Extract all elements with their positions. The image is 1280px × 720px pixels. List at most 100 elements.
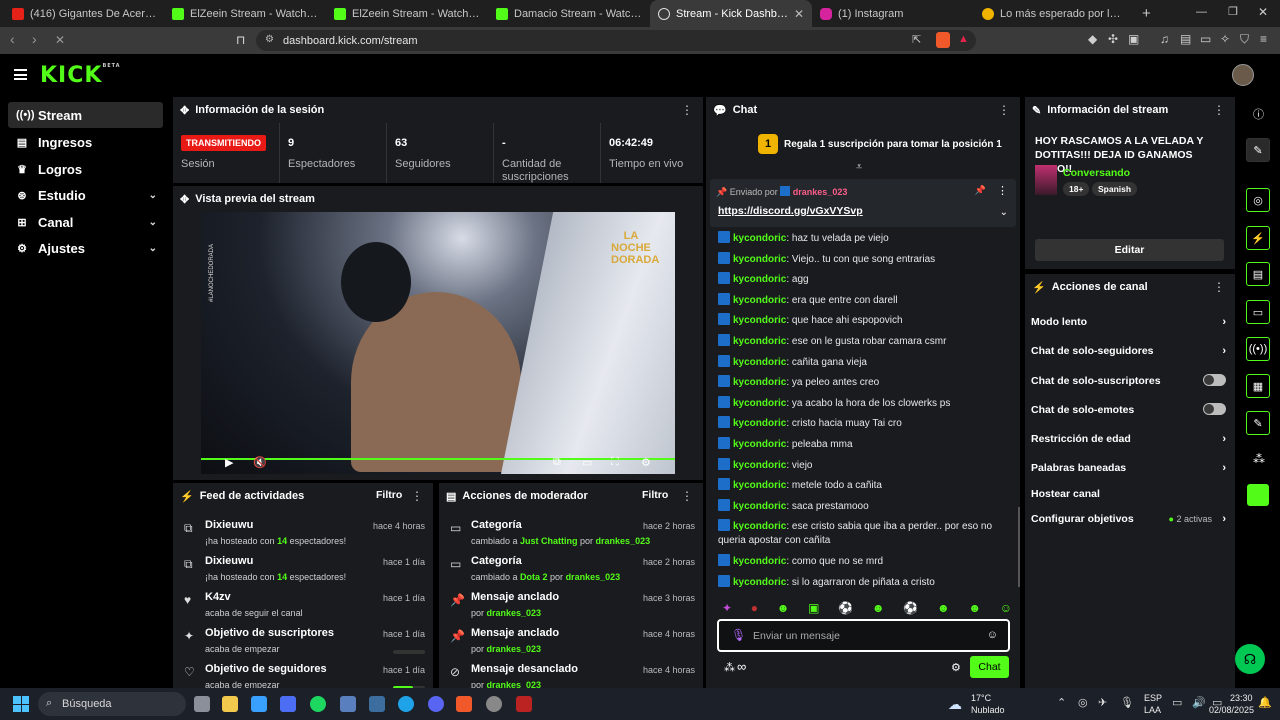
more-options-icon[interactable]: ⋮ (998, 103, 1010, 117)
vpn-icon[interactable]: ⛉ (1240, 32, 1249, 47)
rail-button[interactable]: ((•)) (1246, 337, 1270, 361)
fullscreen-icon[interactable]: ⛶ (611, 456, 619, 469)
chat-username[interactable]: kycondoric (733, 418, 786, 429)
play-icon[interactable]: ▶ (225, 456, 233, 469)
brave-icon[interactable] (456, 696, 472, 712)
leo-icon[interactable]: ✧ (1220, 32, 1230, 46)
theater-icon[interactable]: ▭ (582, 456, 592, 469)
sidebar-item-canal[interactable]: ⊞ Canal ⌄ (8, 209, 163, 235)
discord-icon[interactable] (428, 696, 444, 712)
share-icon[interactable]: ⇱ (912, 33, 921, 46)
rail-button[interactable]: ✎ (1246, 411, 1270, 435)
chat-username[interactable]: kycondoric (733, 398, 786, 409)
app-icon[interactable] (369, 696, 385, 712)
notification-bell-icon[interactable]: 🔔 (1258, 696, 1272, 709)
action-followers-only[interactable]: Chat de solo-seguidores › (1031, 345, 1226, 357)
chat-username[interactable]: kycondoric (733, 357, 786, 368)
brave-rewards-icon[interactable]: ▲ (958, 33, 969, 45)
chat-username[interactable]: kycondoric (733, 295, 786, 306)
edge-icon[interactable] (398, 696, 414, 712)
sidebar-item-ajustes[interactable]: ⚙ Ajustes ⌄ (8, 235, 163, 261)
community-icon[interactable]: ⁂ (1253, 452, 1265, 466)
emote-icon[interactable]: ☺ (1000, 601, 1012, 615)
kick-logo[interactable]: KICKBETA (40, 63, 121, 88)
muted-icon[interactable]: 🔇 (253, 456, 267, 469)
action-emotes-only[interactable]: Chat de solo-emotes (1031, 403, 1226, 416)
pinned-link[interactable]: https://discord.gg/vGxVYSvp (718, 205, 863, 217)
menu-icon[interactable]: ≡ (1260, 32, 1267, 46)
browser-tab[interactable]: ElZeein Stream - Watch Live on K (326, 0, 488, 27)
emote-icon[interactable]: ● (751, 601, 758, 615)
emoji-icon[interactable]: ☺ (987, 629, 998, 641)
settings-gear-icon[interactable]: ⚙ (641, 456, 651, 469)
puzzle-icon[interactable]: ✣ (1108, 32, 1118, 46)
chat-username[interactable]: kycondoric (733, 480, 786, 491)
app-icon[interactable] (340, 696, 356, 712)
video-player[interactable]: LA NOCHE DORADA #LANOCHEDORADA ▶ 🔇 ⧉ ▭ ⛶… (201, 212, 675, 474)
toggle-switch[interactable] (1203, 374, 1226, 386)
browser-tab[interactable]: ElZeein Stream - Watch Live on K (164, 0, 326, 27)
chat-username[interactable]: kycondoric (733, 439, 786, 450)
maximize-icon[interactable]: ❐ (1228, 5, 1238, 18)
chevron-down-icon[interactable]: ⌄ (1000, 207, 1008, 218)
file-explorer-icon[interactable] (222, 696, 238, 712)
rail-button[interactable]: ▦ (1246, 374, 1270, 398)
chat-input[interactable]: 🎙 Enviar un mensaje ☺ (717, 619, 1010, 652)
browser-tab[interactable]: Lo más esperado por los rockeros: s (974, 0, 1134, 27)
spotify-icon[interactable] (310, 696, 326, 712)
microphone-icon[interactable]: 🎙 (731, 628, 746, 642)
category-link[interactable]: Conversando (1063, 167, 1130, 179)
send-chat-button[interactable]: Chat (970, 656, 1009, 678)
rail-button[interactable]: ▭ (1246, 300, 1270, 324)
more-options-icon[interactable]: ⋮ (681, 489, 693, 503)
more-options-icon[interactable]: ⋮ (411, 489, 423, 503)
rail-button[interactable]: ▤ (1246, 262, 1270, 286)
address-bar[interactable]: ⚙ dashboard.kick.com/stream ⇱ ▲ (256, 30, 976, 51)
more-options-icon[interactable]: ⋮ (1213, 103, 1225, 117)
action-subscribers-only[interactable]: Chat de solo-suscriptores (1031, 374, 1226, 387)
emote-icon[interactable]: ☻ (937, 601, 950, 615)
emote-icon[interactable]: ▣ (808, 601, 819, 615)
dota-icon[interactable] (516, 696, 532, 712)
microphone-icon[interactable]: 🎙 (1120, 696, 1134, 709)
browser-tab[interactable]: Damacio Stream - Watch Live on Kic (488, 0, 650, 27)
drag-handle-icon[interactable]: ✥ (180, 193, 189, 206)
browser-tab[interactable]: (416) Gigantes De Acero (2011) - El R (4, 0, 164, 27)
sidebar-item-logros[interactable]: ♛ Logros (8, 156, 163, 182)
app-icon[interactable] (251, 696, 267, 712)
chat-username[interactable]: kycondoric (733, 336, 786, 347)
pin-toggle-icon[interactable]: 📌 (975, 185, 986, 196)
emote-icon[interactable]: ☻ (872, 601, 885, 615)
back-icon[interactable]: ‹ (10, 31, 15, 47)
chat-username[interactable]: kycondoric (733, 377, 786, 388)
emote-icon[interactable]: ⚽ (903, 601, 918, 615)
toggle-switch[interactable] (1203, 403, 1226, 415)
browser-tab-active[interactable]: Stream - Kick Dashboard ✕ (650, 0, 812, 27)
minimize-icon[interactable]: — (1196, 6, 1207, 18)
store-icon[interactable] (280, 696, 296, 712)
sidebar-toggle-icon[interactable]: ▤ (1180, 32, 1191, 46)
filter-button[interactable]: Filtro (376, 489, 402, 501)
task-view-icon[interactable] (194, 696, 210, 712)
browser-tab[interactable]: (1) Instagram (812, 0, 974, 27)
sidebar-item-stream[interactable]: ((•)) Stream (8, 102, 163, 128)
user-avatar[interactable] (1232, 64, 1254, 86)
chevron-up-icon[interactable]: ⌃ (1057, 696, 1066, 709)
more-options-icon[interactable]: ⋮ (997, 184, 1008, 197)
wallet-icon[interactable]: ▭ (1200, 32, 1211, 46)
chat-scrollbar[interactable] (1018, 507, 1020, 587)
tray-icon[interactable]: ✈ (1098, 696, 1107, 709)
drag-handle-icon[interactable]: ✥ (180, 104, 189, 117)
edit-button[interactable]: Editar (1035, 239, 1224, 261)
bookmark-icon[interactable]: ⊓ (236, 33, 245, 47)
sidebar-item-ingresos[interactable]: ▤ Ingresos (8, 129, 163, 155)
emote-icon[interactable]: ☻ (968, 601, 981, 615)
chat-username[interactable]: kycondoric (733, 233, 786, 244)
infinity-icon[interactable]: ∞ (737, 659, 746, 674)
action-host-channel[interactable]: Hostear canal (1031, 488, 1226, 500)
music-icon[interactable]: ♫ (1160, 32, 1169, 46)
network-icon[interactable]: ▭ (1172, 696, 1182, 709)
chat-username[interactable]: kycondoric (733, 577, 786, 588)
new-tab-button[interactable]: + (1134, 0, 1156, 27)
hamburger-menu-icon[interactable] (14, 69, 27, 80)
